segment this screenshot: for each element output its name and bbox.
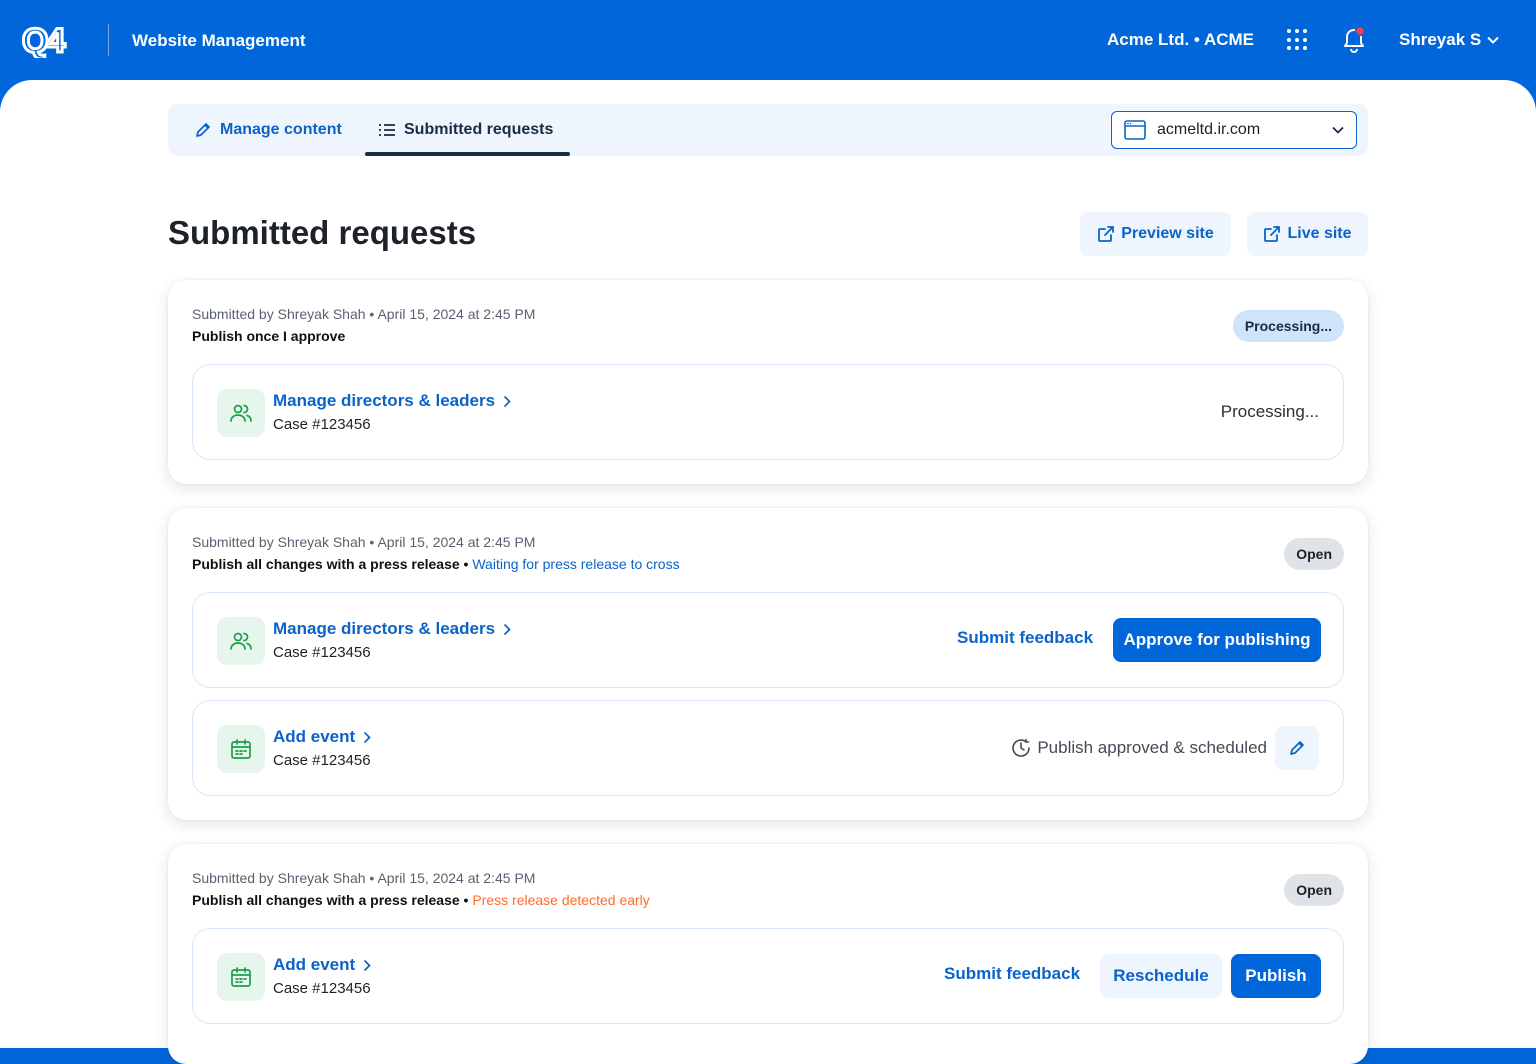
main-content: Manage content Submitted requests acmelt… [0, 80, 1536, 1064]
tab-manage-content[interactable]: Manage content [194, 104, 342, 156]
site-select[interactable]: acmeltd.ir.com [1111, 111, 1357, 149]
calendar-icon [217, 953, 265, 1001]
item-title-link[interactable]: Add event [273, 727, 371, 747]
pencil-icon [196, 123, 210, 137]
request-policy: Publish all changes with a press release… [192, 556, 680, 572]
request-card: Submitted by Shreyak Shah • April 15, 20… [168, 508, 1368, 820]
list-icon [379, 124, 395, 136]
submit-feedback-button[interactable]: Submit feedback [957, 628, 1093, 648]
top-bar: Q4 Website Management Acme Ltd. • ACME S… [0, 0, 1536, 80]
status-badge: Open [1284, 538, 1344, 570]
chevron-right-icon [503, 623, 511, 635]
request-policy: Publish all changes with a press release… [192, 892, 650, 908]
edit-button[interactable] [1275, 726, 1319, 770]
submit-feedback-button[interactable]: Submit feedback [944, 964, 1080, 984]
item-status: Processing... [1220, 402, 1319, 421]
active-tab-indicator [365, 152, 570, 156]
clock-icon [1012, 738, 1031, 757]
request-item: Manage directors & leaders Case #123456 … [192, 364, 1344, 460]
press-release-note: Waiting for press release to cross [472, 556, 680, 572]
user-menu[interactable]: Shreyak S [1399, 30, 1499, 50]
live-site-label: Live site [1287, 225, 1352, 242]
preview-site-label: Preview site [1121, 225, 1214, 242]
approve-for-publishing-button[interactable]: Approve for publishing [1113, 618, 1321, 662]
item-title-link[interactable]: Manage directors & leaders [273, 619, 511, 639]
user-name: Shreyak S [1399, 30, 1482, 49]
publish-button[interactable]: Publish [1231, 954, 1321, 998]
item-case-number: Case #123456 [273, 416, 371, 433]
site-select-value: acmeltd.ir.com [1157, 121, 1261, 138]
apps-grid-icon[interactable] [1287, 29, 1309, 51]
chevron-down-icon [1487, 36, 1499, 44]
chevron-right-icon [364, 731, 371, 743]
item-title-link[interactable]: Add event [273, 955, 371, 975]
item-case-number: Case #123456 [273, 980, 371, 997]
tab-label: Manage content [220, 121, 342, 138]
request-meta: Submitted by Shreyak Shah • April 15, 20… [192, 870, 536, 886]
chevron-right-icon [364, 959, 371, 971]
app-title: Website Management [132, 31, 306, 50]
tab-submitted-requests[interactable]: Submitted requests [378, 104, 553, 156]
press-release-warning: Press release detected early [472, 892, 650, 908]
chevron-right-icon [503, 395, 511, 407]
external-link-icon [1098, 226, 1115, 242]
external-link-icon [1264, 226, 1281, 242]
status-badge: Processing... [1232, 310, 1344, 342]
reschedule-button[interactable]: Reschedule [1100, 954, 1222, 998]
request-card: Submitted by Shreyak Shah • April 15, 20… [168, 280, 1368, 484]
status-badge: Open [1284, 874, 1344, 906]
browser-icon [1124, 120, 1146, 140]
request-item: Add event Case #123456 Publish approved … [192, 700, 1344, 796]
org-selector[interactable]: Acme Ltd. • ACME [1107, 30, 1254, 50]
pencil-icon [1290, 741, 1304, 755]
request-item: Manage directors & leaders Case #123456 … [192, 592, 1344, 688]
users-icon [217, 617, 265, 665]
item-case-number: Case #123456 [273, 644, 371, 661]
item-title-link[interactable]: Manage directors & leaders [273, 391, 511, 411]
users-icon [217, 389, 265, 437]
request-meta: Submitted by Shreyak Shah • April 15, 20… [192, 306, 536, 322]
request-item: Add event Case #123456 Submit feedback R… [192, 928, 1344, 1024]
q4-logo[interactable]: Q4 [22, 22, 86, 58]
tab-label: Submitted requests [404, 121, 554, 138]
request-card: Submitted by Shreyak Shah • April 15, 20… [168, 844, 1368, 1064]
item-case-number: Case #123456 [273, 752, 371, 769]
svg-text:Q4: Q4 [22, 22, 65, 58]
tabs-bar: Manage content Submitted requests acmelt… [168, 104, 1368, 156]
request-meta: Submitted by Shreyak Shah • April 15, 20… [192, 534, 536, 550]
page-title: Submitted requests [168, 214, 477, 251]
header-divider [108, 24, 109, 56]
calendar-icon [217, 725, 265, 773]
scheduled-status: Publish approved & scheduled [1011, 738, 1267, 758]
request-policy: Publish once I approve [192, 328, 346, 344]
live-site-button[interactable]: Live site [1247, 212, 1368, 256]
chevron-down-icon [1332, 126, 1344, 134]
preview-site-button[interactable]: Preview site [1080, 212, 1231, 256]
bell-icon[interactable] [1341, 26, 1367, 54]
